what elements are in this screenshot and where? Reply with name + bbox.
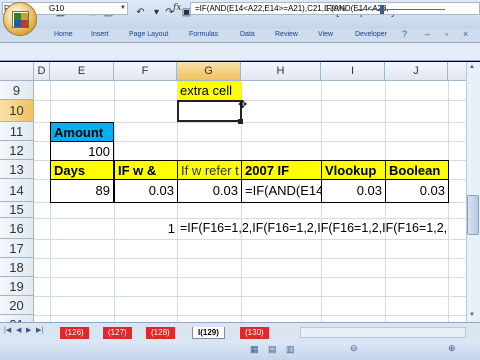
vertical-scrollbar[interactable]	[466, 62, 480, 322]
fx-icon[interactable]: fx	[173, 3, 181, 13]
tab-developer[interactable]: Developer	[355, 31, 387, 38]
cell-f13[interactable]: IF w &	[114, 160, 178, 180]
formula-bar	[0, 43, 480, 61]
column-header-g[interactable]: G	[177, 62, 241, 81]
next-sheet-icon[interactable]: ▶	[26, 326, 31, 334]
cell-f16[interactable]: 1	[114, 218, 178, 239]
cell-h13[interactable]: 2007 IF	[241, 160, 322, 180]
tab-review[interactable]: Review	[275, 31, 298, 38]
excel-logo-icon	[12, 11, 29, 28]
row-header-13[interactable]: 13	[0, 160, 34, 179]
help-icon[interactable]: ?	[402, 29, 407, 39]
cell-e13[interactable]: Days	[50, 160, 114, 180]
normal-view-icon[interactable]: ▦	[250, 344, 259, 355]
grid-line	[34, 296, 466, 297]
cell-e12[interactable]: 100	[50, 141, 114, 161]
cell-e11[interactable]: Amount	[50, 122, 114, 142]
cell-g13[interactable]: If w refer t	[177, 160, 242, 180]
row-header-10[interactable]: 10	[0, 100, 34, 122]
cell-g16[interactable]: =IF(F16=1,2,IF(F16=1,2,IF(F16=1,2,IF(F16…	[177, 218, 466, 239]
zoom-in-icon[interactable]: ⊕	[448, 343, 456, 354]
cell-f14[interactable]: 0.03	[114, 179, 178, 203]
restore-icon[interactable]: ▫	[445, 29, 448, 39]
column-header-i[interactable]: I	[321, 62, 385, 81]
cell-g10-selected[interactable]	[177, 100, 242, 122]
first-sheet-icon[interactable]: |◀	[4, 326, 11, 334]
tab-view[interactable]: View	[318, 31, 333, 38]
column-header-h[interactable]: H	[241, 62, 321, 81]
grid-line	[34, 100, 466, 101]
ribbon-tabs: Home Insert Page Layout Formulas Data Re…	[0, 29, 480, 43]
cell-j13[interactable]: Boolean	[385, 160, 449, 180]
page-layout-view-icon[interactable]: ▤	[268, 344, 277, 355]
cell-e14[interactable]: 89	[50, 179, 114, 203]
zoom-slider-thumb[interactable]	[380, 5, 384, 14]
horizontal-scrollbar[interactable]	[300, 327, 466, 338]
cell-h14[interactable]: =IF(AND(E14	[241, 179, 322, 203]
close-icon[interactable]: ×	[463, 29, 468, 39]
tab-formulas[interactable]: Formulas	[189, 31, 218, 38]
sheet-tab-128[interactable]: (128)	[146, 327, 175, 339]
cell-g14[interactable]: 0.03	[177, 179, 242, 203]
chevron-down-icon[interactable]: ▼	[120, 5, 126, 11]
cell-i14[interactable]: 0.03	[321, 179, 386, 203]
row-header-17[interactable]: 17	[0, 239, 34, 258]
row-header-15[interactable]: 15	[0, 202, 34, 218]
column-header-k[interactable]	[448, 62, 466, 81]
select-all-corner[interactable]	[0, 62, 34, 81]
tab-home[interactable]: Home	[54, 31, 73, 38]
row-header-16[interactable]: 16	[0, 218, 34, 239]
grid-line	[34, 277, 466, 278]
cell-g9[interactable]: extra cell	[177, 81, 241, 100]
row-header-19[interactable]: 19	[0, 277, 34, 296]
column-header-d[interactable]: D	[34, 62, 50, 81]
row-header-18[interactable]: 18	[0, 258, 34, 277]
redo-icon[interactable]: ▾	[150, 6, 163, 19]
last-sheet-icon[interactable]: ▶|	[36, 326, 43, 334]
scroll-down-icon[interactable]: ▼	[469, 312, 475, 318]
grid-line	[34, 258, 466, 259]
vertical-scroll-thumb[interactable]	[467, 195, 479, 235]
minimize-icon[interactable]: –	[425, 29, 430, 39]
status-bar	[0, 341, 480, 360]
zoom-out-icon[interactable]: ⊖	[350, 343, 358, 354]
fill-handle[interactable]	[238, 119, 243, 124]
row-header-21[interactable]: 21	[0, 315, 34, 322]
sheet-tab-126[interactable]: (126)	[60, 327, 89, 339]
zoom-slider[interactable]	[357, 9, 445, 10]
prev-sheet-icon[interactable]: ◀	[16, 326, 21, 334]
row-header-20[interactable]: 20	[0, 296, 34, 315]
row-header-14[interactable]: 14	[0, 179, 34, 202]
row-header-11[interactable]: 11	[0, 122, 34, 141]
sheet-tab-active[interactable]: I(129)	[192, 327, 225, 339]
grid-line	[34, 239, 466, 240]
scroll-up-icon[interactable]: ▲	[469, 64, 475, 70]
zoom-level[interactable]: 130%	[325, 4, 345, 13]
row-header-12[interactable]: 12	[0, 141, 34, 160]
tab-data[interactable]: Data	[240, 31, 255, 38]
column-header-j[interactable]: J	[385, 62, 448, 81]
page-break-view-icon[interactable]: ▥	[286, 344, 295, 355]
tab-page-layout[interactable]: Page Layout	[129, 31, 168, 38]
tab-insert[interactable]: Insert	[91, 31, 109, 38]
sheet-tab-127[interactable]: (127)	[103, 327, 132, 339]
worksheet-grid[interactable]: D E F G H I J 9 10 11 12 13 14 15 16 17 …	[0, 62, 466, 322]
sheet-tab-130[interactable]: (130)	[240, 327, 269, 339]
column-header-e[interactable]: E	[50, 62, 114, 81]
cell-i13[interactable]: Vlookup	[321, 160, 386, 180]
move-cursor-icon: ✥	[238, 99, 248, 111]
grid-line	[34, 315, 466, 316]
undo-icon[interactable]: ↶	[134, 6, 147, 19]
cell-j14[interactable]: 0.03	[385, 179, 449, 203]
office-button[interactable]	[3, 2, 37, 36]
row-header-9[interactable]: 9	[0, 81, 34, 100]
column-header-f[interactable]: F	[114, 62, 177, 81]
